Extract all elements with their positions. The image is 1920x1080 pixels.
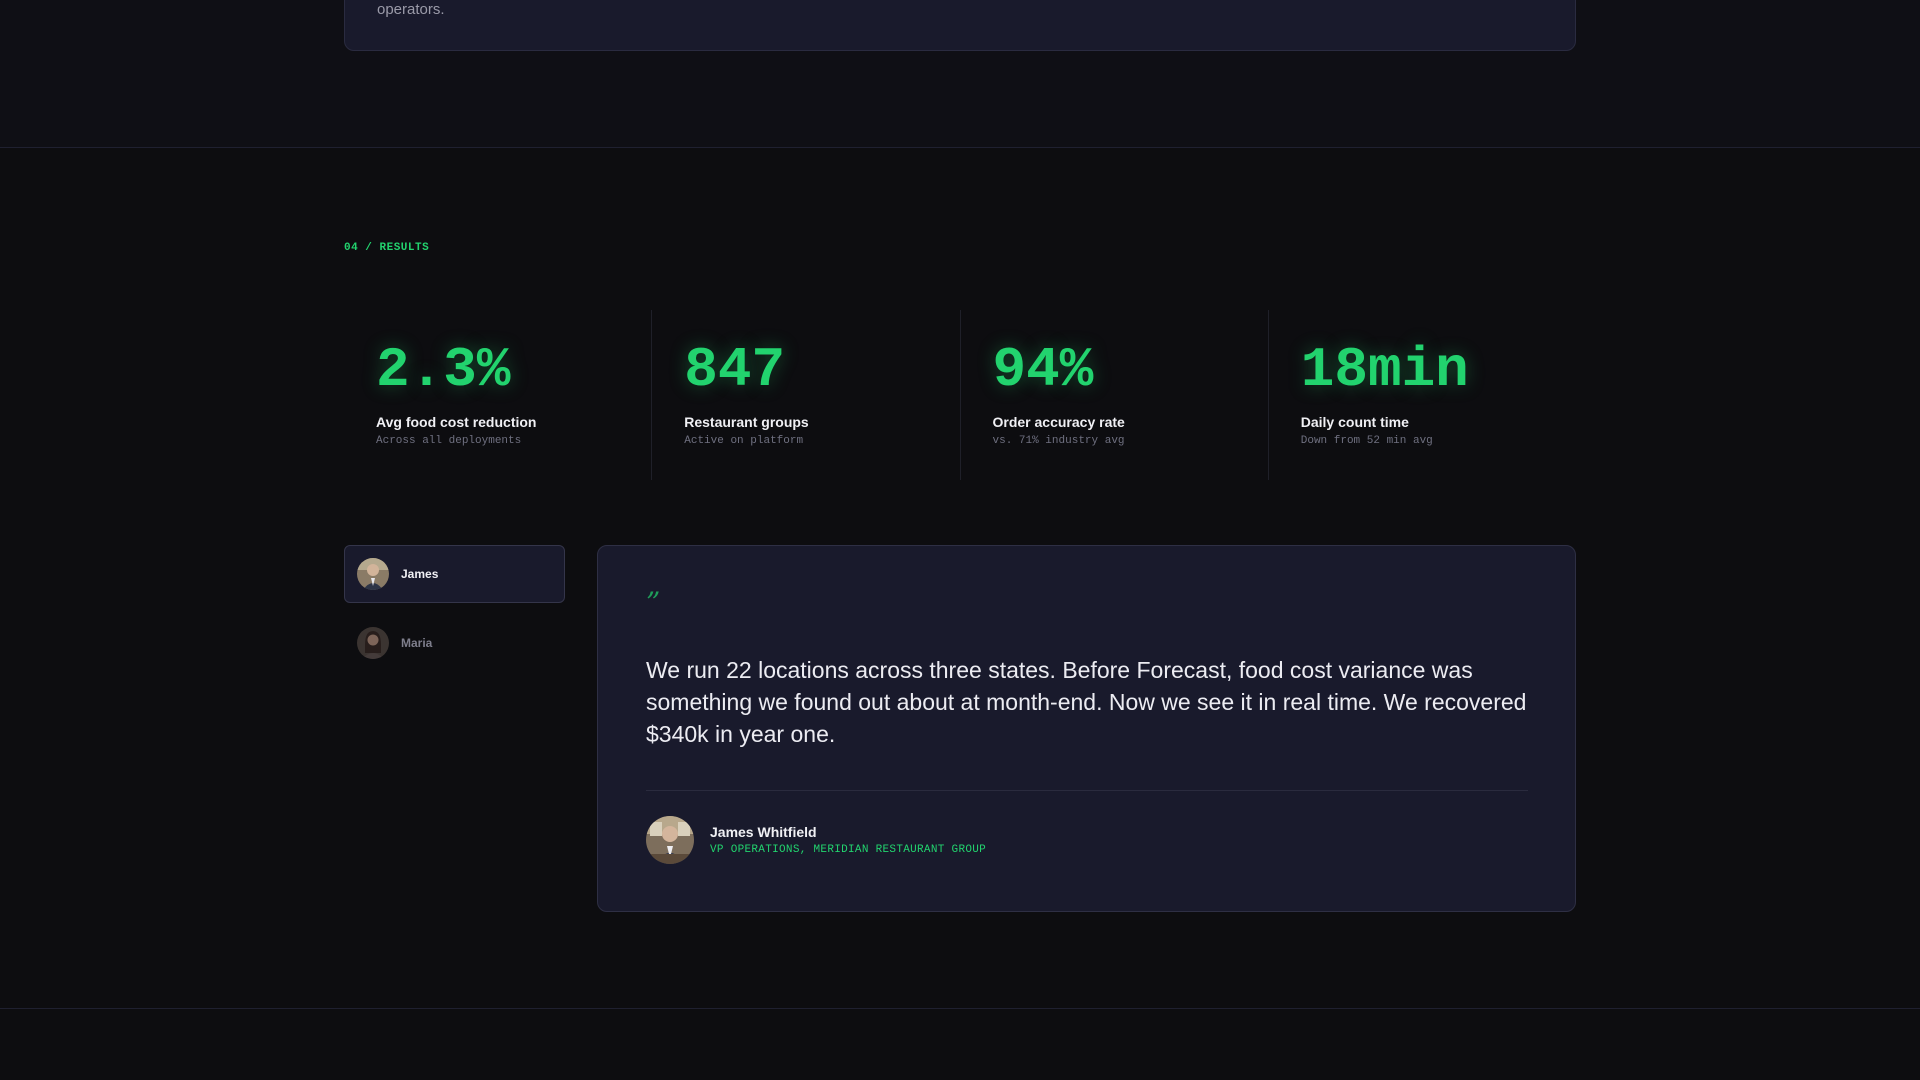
section-label-results: 04 / RESULTS	[344, 242, 430, 254]
testimonial-quote: We run 22 locations across three states.…	[646, 657, 1527, 747]
previous-card: operators.	[344, 0, 1576, 51]
stat-label: Order accuracy rate	[992, 414, 1125, 430]
stat-label: Avg food cost reduction	[376, 414, 537, 430]
testimonial-card: ” We run 22 locations across three state…	[597, 545, 1576, 912]
author-info: James Whitfield VP OPERATIONS, MERIDIAN …	[710, 824, 986, 856]
avatar	[357, 627, 389, 659]
stat-value: 2.3%	[376, 338, 511, 402]
testimonial-tab-label: James	[401, 567, 439, 581]
stats-row: 2.3% Avg food cost reduction Across all …	[344, 310, 1576, 480]
stat-order-accuracy: 94% Order accuracy rate vs. 71% industry…	[959, 310, 1268, 480]
stat-food-cost: 2.3% Avg food cost reduction Across all …	[344, 310, 651, 480]
stat-value: 94%	[992, 338, 1094, 402]
stat-value: 847	[684, 338, 786, 402]
quote-mark-icon: ”	[646, 586, 661, 619]
previous-card-text: operators.	[377, 1, 445, 18]
stat-subtext: vs. 71% industry avg	[992, 435, 1125, 447]
testimonial-author: James Whitfield VP OPERATIONS, MERIDIAN …	[646, 816, 986, 864]
stat-restaurant-groups: 847 Restaurant groups Active on platform	[651, 310, 959, 480]
stat-label: Daily count time	[1300, 414, 1409, 430]
testimonial-selector: James Maria	[344, 545, 565, 683]
testimonial-tab-label: Maria	[401, 636, 433, 650]
avatar	[357, 558, 389, 590]
divider	[646, 790, 1528, 791]
stat-daily-count-time: 18min Daily count time Down from 52 min …	[1267, 310, 1576, 480]
section-divider	[0, 1008, 1920, 1009]
stat-subtext: Across all deployments	[376, 435, 522, 447]
stat-subtext: Active on platform	[684, 435, 804, 447]
previous-section: operators.	[0, 0, 1920, 148]
testimonial-tab-maria[interactable]: Maria	[344, 614, 565, 672]
author-avatar	[646, 816, 694, 864]
stat-label: Restaurant groups	[684, 414, 809, 430]
stat-subtext: Down from 52 min avg	[1300, 435, 1433, 447]
stat-value: 18min	[1300, 338, 1469, 402]
author-role: VP OPERATIONS, MERIDIAN RESTAURANT GROUP	[710, 844, 987, 856]
testimonial-tab-james[interactable]: James	[344, 545, 565, 603]
author-name: James Whitfield	[710, 824, 817, 840]
